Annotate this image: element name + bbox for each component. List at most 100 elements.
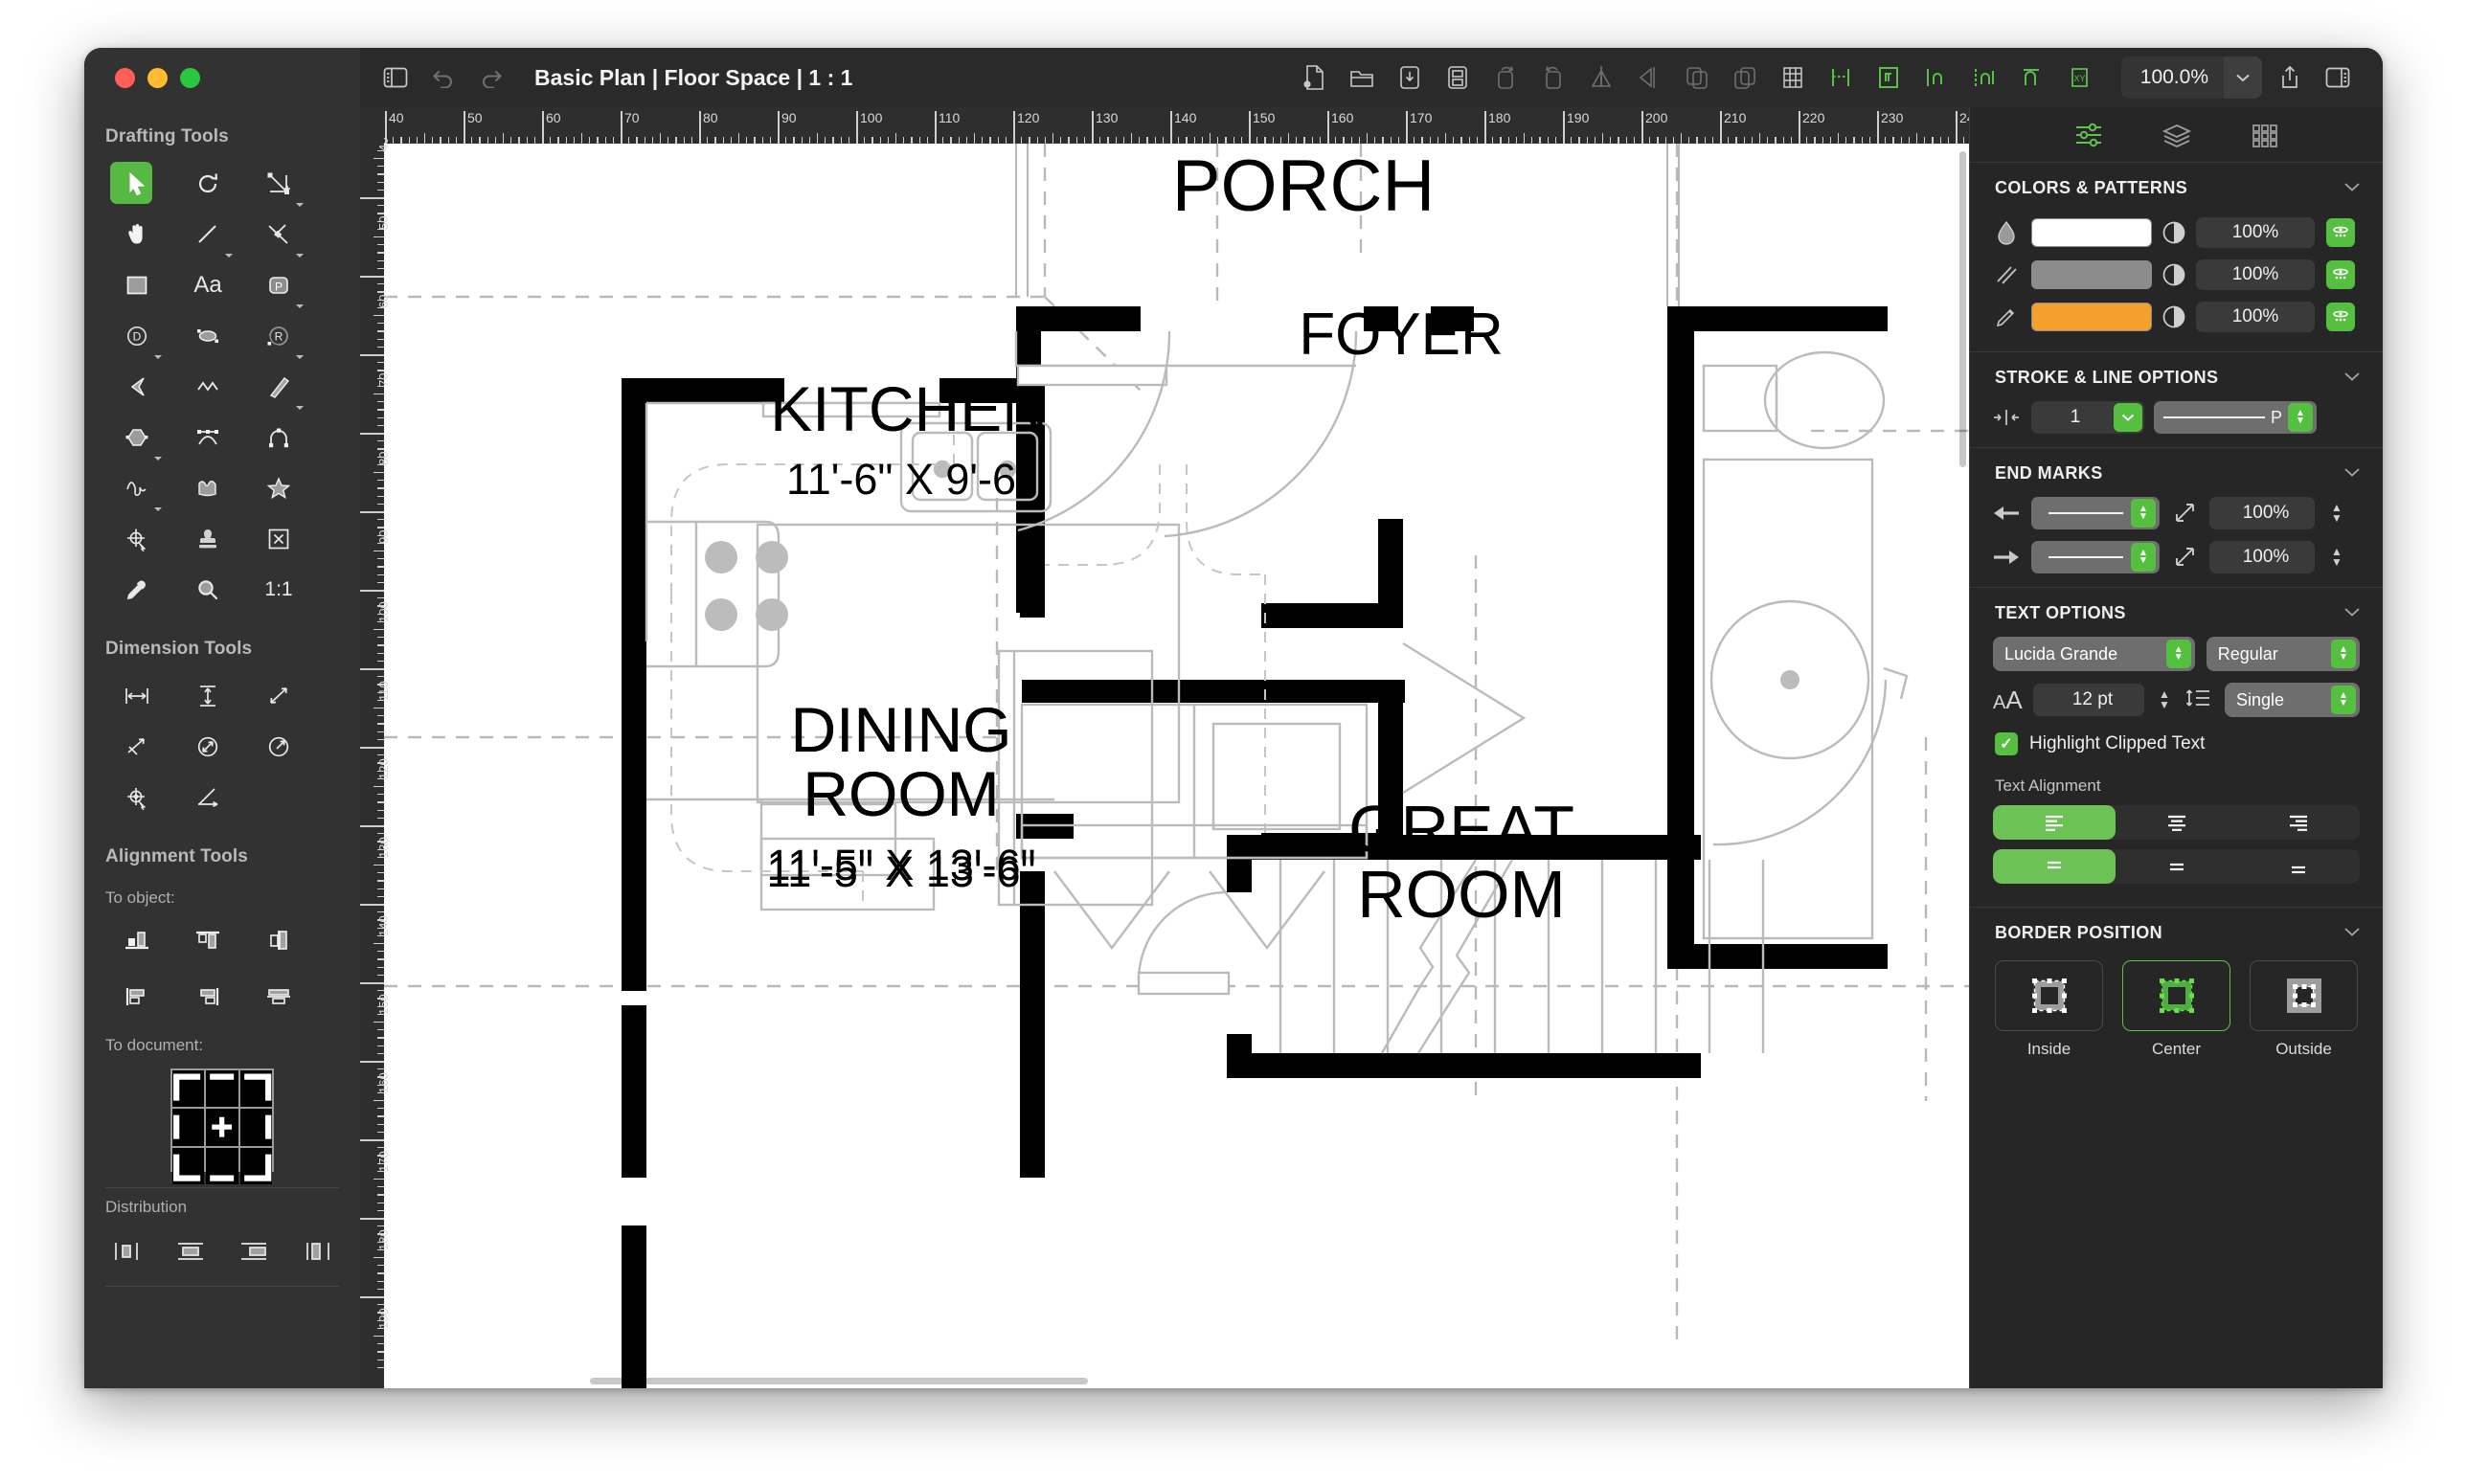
end-mark-scale-field[interactable]: 100% (2209, 541, 2315, 573)
undo-icon[interactable] (423, 58, 464, 97)
stroke-width-dropdown[interactable] (2114, 403, 2142, 432)
line-style-field[interactable]: P ▲ ▼ (2154, 401, 2317, 434)
border-outside[interactable]: Outside (2250, 960, 2358, 1059)
perpendicular-line-tool[interactable] (243, 210, 314, 259)
pen-color-swatch[interactable] (2031, 303, 2152, 331)
stroke-opacity-icon[interactable] (2161, 262, 2186, 287)
end-mark-field[interactable]: ▲ ▼ (2031, 541, 2160, 573)
fill-color-swatch[interactable] (2031, 218, 2152, 247)
inspector-toggle-icon[interactable] (2318, 58, 2358, 97)
double-line-tool[interactable] (243, 362, 314, 411)
stroke-pattern-button[interactable] (2326, 260, 2355, 289)
distribute-vertical-top-icon[interactable] (168, 1232, 214, 1270)
pencil-icon[interactable] (1991, 305, 2022, 328)
diagonal-dimension-tool[interactable] (243, 671, 314, 720)
end-mark-stepper[interactable]: ▲ ▼ (2131, 543, 2156, 572)
delete-point-tool[interactable] (243, 514, 314, 563)
fill-drop-icon[interactable] (1991, 220, 2022, 245)
distribute-vertical-bottom-icon[interactable] (231, 1232, 277, 1270)
start-mark-scale-stepper[interactable]: ▲ ▼ (2324, 497, 2349, 529)
blob-shape-tool[interactable] (172, 463, 243, 512)
redo-icon[interactable] (471, 58, 511, 97)
arc-tool[interactable] (243, 413, 314, 461)
parallel-tool[interactable]: P (243, 260, 314, 309)
radius-arc-tool[interactable]: R (243, 311, 314, 360)
align-text-middle[interactable] (2116, 849, 2238, 884)
align-doc-bottom-left[interactable] (172, 1147, 205, 1184)
fill-pattern-button[interactable] (2326, 218, 2355, 247)
align-doc-bottom-right[interactable] (239, 1147, 272, 1184)
chevron-down-icon[interactable] (2343, 465, 2362, 482)
polyline-tool[interactable] (172, 362, 243, 411)
border-inside-box[interactable] (1995, 960, 2103, 1031)
style-tab[interactable] (2070, 118, 2108, 152)
sidebar-toggle-icon[interactable] (375, 58, 416, 97)
zoom-control[interactable]: 100.0% (2120, 56, 2262, 99)
snap-to-coordinates-icon[interactable]: XY (2060, 58, 2100, 97)
maximize-button[interactable] (180, 67, 200, 88)
snap-to-object-icon[interactable] (1868, 58, 1909, 97)
border-center-box[interactable] (2122, 960, 2230, 1031)
highlight-clipped-row[interactable]: ✓ Highlight Clipped Text (1970, 729, 2383, 755)
align-doc-bottom-center[interactable] (206, 1147, 238, 1184)
diameter-dimension-tool[interactable] (172, 722, 243, 771)
snap-to-grid-icon[interactable] (1821, 58, 1861, 97)
diameter-circle-tool[interactable]: D (102, 311, 172, 360)
angle-dimension-tool[interactable] (172, 773, 243, 821)
vertical-ruler[interactable]: 4050607080901001101201301401501601701801… (360, 107, 391, 1388)
send-backward-icon[interactable] (1725, 58, 1765, 97)
rotate-left-icon[interactable] (1533, 58, 1573, 97)
hand-pan-tool[interactable] (102, 210, 172, 259)
align-horizontal-center-icon[interactable] (243, 972, 314, 1021)
align-right-icon[interactable] (172, 972, 243, 1021)
ellipse-tool[interactable] (172, 311, 243, 360)
line-spacing-stepper[interactable]: ▲ ▼ (2331, 686, 2356, 714)
text-tool[interactable]: Aa (172, 260, 243, 309)
stroke-color-swatch[interactable] (2031, 260, 2152, 289)
align-text-right[interactable] (2237, 805, 2360, 840)
snap-to-point-icon[interactable] (1916, 58, 1957, 97)
anchor-point-tool[interactable] (102, 514, 172, 563)
start-mark-stepper[interactable]: ▲ ▼ (2131, 499, 2156, 528)
align-text-left[interactable] (1993, 805, 2116, 840)
close-button[interactable] (115, 67, 135, 88)
line-style-stepper[interactable]: ▲ ▼ (2288, 403, 2313, 432)
center-mark-tool[interactable] (102, 773, 172, 821)
freehand-tool[interactable] (102, 463, 172, 512)
vertical-scrollbar[interactable] (1959, 151, 1966, 467)
drawing-canvas[interactable]: COVERED PORCH FOYER KITCHEN 11'-6" X 9'-… (360, 107, 1969, 1388)
highlight-clipped-checkbox[interactable]: ✓ (1995, 732, 2018, 755)
print-icon[interactable] (1437, 58, 1478, 97)
align-top-icon[interactable] (172, 915, 243, 964)
floor-plan[interactable]: COVERED PORCH FOYER KITCHEN 11'-6" X 9'-… (384, 144, 1969, 1388)
align-text-top[interactable] (1993, 849, 2116, 884)
stroke-width-field[interactable]: 1 (2031, 401, 2144, 434)
align-left-icon[interactable] (102, 972, 172, 1021)
end-mark-scale-stepper[interactable]: ▲ ▼ (2324, 541, 2349, 573)
border-inside[interactable]: Inside (1995, 960, 2103, 1059)
align-doc-middle-left[interactable] (172, 1109, 205, 1146)
bring-forward-icon[interactable] (1677, 58, 1717, 97)
scale-1-1-tool[interactable]: 1:1 (243, 565, 314, 614)
import-icon[interactable] (1390, 58, 1430, 97)
chevron-down-icon[interactable] (2343, 180, 2362, 196)
border-center[interactable]: Center (2122, 960, 2230, 1059)
line-spacing-select[interactable]: Single ▲ ▼ (2225, 683, 2360, 717)
rectangle-tool[interactable] (102, 260, 172, 309)
font-family-stepper[interactable]: ▲ ▼ (2165, 640, 2191, 668)
pen-opacity-icon[interactable] (2161, 304, 2186, 329)
font-style-select[interactable]: Regular ▲ ▼ (2206, 637, 2360, 671)
stroke-lines-icon[interactable] (1991, 262, 2022, 287)
distribute-horizontal-left-icon[interactable] (103, 1232, 149, 1270)
fill-opacity-field[interactable]: 100% (2196, 217, 2315, 248)
rotate-right-icon[interactable] (1485, 58, 1526, 97)
start-mark-field[interactable]: ▲ ▼ (2031, 497, 2160, 529)
eyedropper-tool[interactable] (102, 565, 172, 614)
library-tab[interactable] (2246, 118, 2284, 152)
folder-icon[interactable] (1342, 58, 1382, 97)
line-tool[interactable] (172, 210, 243, 259)
share-icon[interactable] (2270, 58, 2310, 97)
align-vertical-center-icon[interactable] (243, 915, 314, 964)
vertical-dimension-tool[interactable] (172, 671, 243, 720)
select-arrow-tool[interactable] (102, 159, 172, 208)
